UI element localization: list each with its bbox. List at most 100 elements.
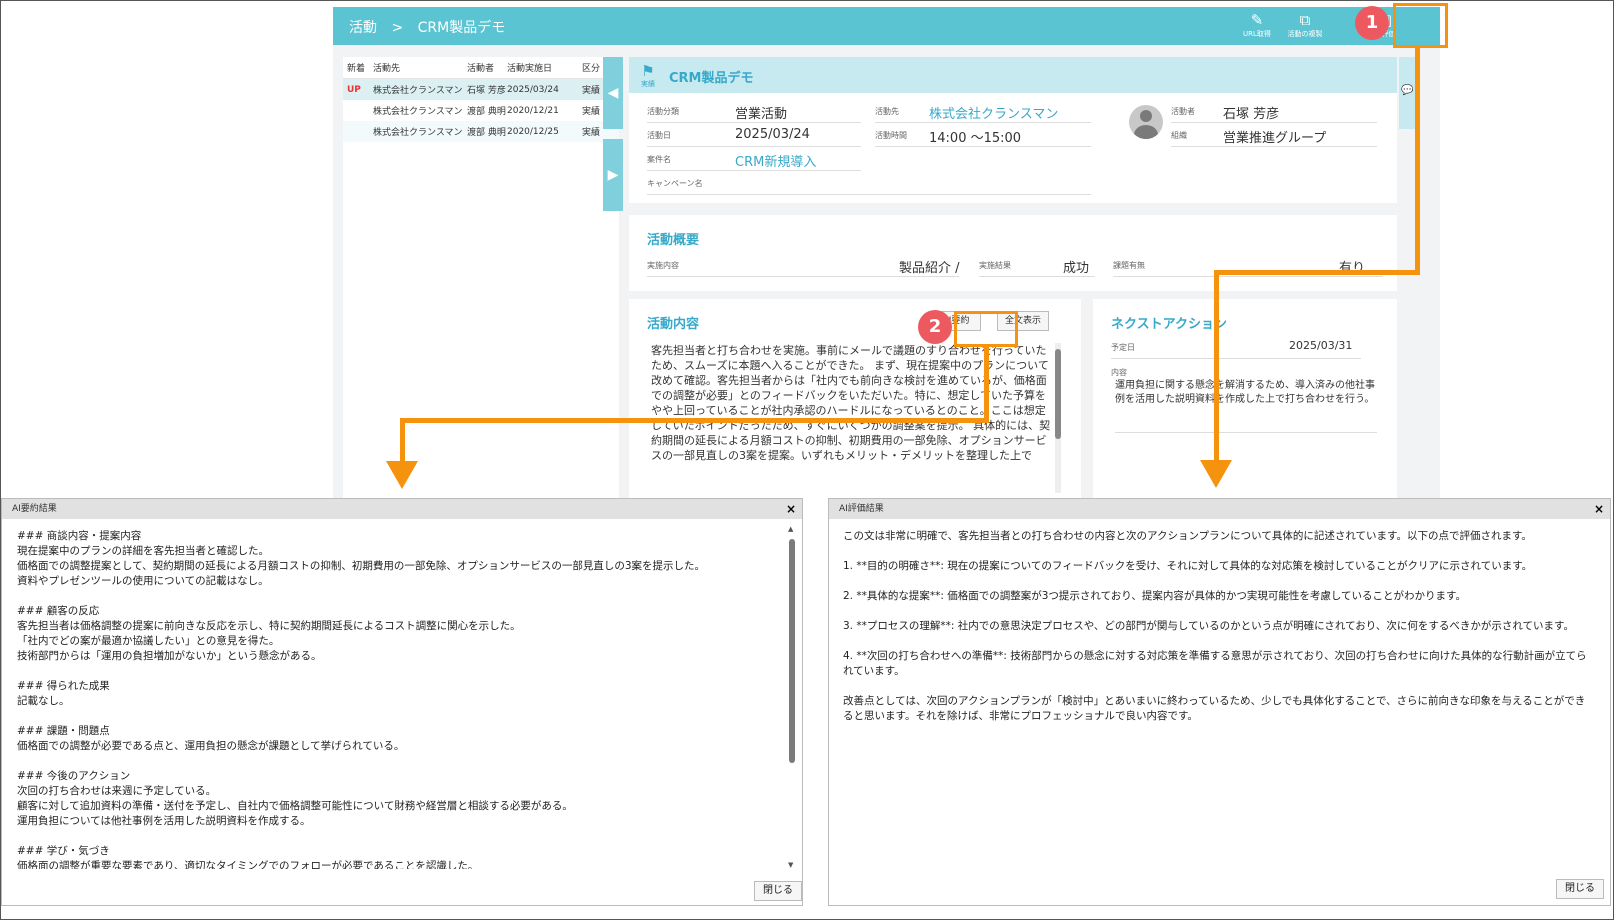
ai-eval-dialog: AI評価結果 × この文は非常に明確で、客先担当者との打ち合わせの内容と次のアク… [828, 498, 1611, 906]
due-value: 2025/03/31 [1289, 339, 1353, 352]
row-date: 2025/03/24 [507, 84, 559, 95]
scroll-up-icon[interactable]: ▲ [788, 525, 793, 533]
scroll-down-icon[interactable]: ▼ [788, 861, 793, 869]
org-label: 組織 [1171, 131, 1187, 140]
close-icon[interactable]: × [1594, 499, 1604, 519]
content-label: 実施内容 [647, 261, 679, 270]
due-field: 予定日 2025/03/31 [1111, 337, 1361, 359]
activity-title: CRM製品デモ [669, 71, 754, 86]
activity-summary-card: 活動概要 実施内容 製品紹介 / 実施結果 成功 課題有無 有り [629, 215, 1397, 291]
arrow-down-icon [1200, 460, 1232, 488]
row-customer: 株式会社クランスマン [373, 107, 463, 117]
close-button[interactable]: 閉じる [754, 881, 802, 901]
col-owner[interactable]: 活動者 [467, 61, 507, 74]
customer-field: 活動先 株式会社クランスマン [875, 101, 1091, 123]
row-owner: 渡部 典明 [467, 128, 506, 138]
step-badge-1: 1 [1355, 6, 1389, 40]
copy-activity-button[interactable]: ⧉ 活動の複製 [1281, 11, 1329, 41]
breadcrumb-activity[interactable]: 活動 [349, 20, 377, 36]
owner-field: 活動者 石塚 芳彦 [1171, 101, 1377, 123]
customer-label: 活動先 [875, 107, 899, 116]
result-label: 実施結果 [979, 261, 1011, 270]
close-icon[interactable]: × [786, 499, 796, 519]
row-owner: 石塚 芳彦 [467, 86, 506, 96]
next-action-title: ネクストアクション [1111, 317, 1227, 332]
project-link[interactable]: CRM新規導入 [735, 151, 816, 170]
col-date[interactable]: 活動実施日 [507, 61, 571, 74]
issue-label: 課題有無 [1113, 261, 1145, 270]
flag-label: 実績 [641, 80, 655, 88]
time-label: 活動時間 [875, 131, 907, 140]
due-label: 予定日 [1111, 343, 1135, 352]
list-item[interactable]: 株式会社クランスマン 渡部 典明 2020/12/25 実績 [343, 121, 619, 142]
list-item[interactable]: 株式会社クランスマン 渡部 典明 2020/12/21 実績 [343, 100, 619, 121]
avatar [1129, 105, 1163, 139]
category-value: 営業活動 [735, 107, 788, 122]
activity-list: 新着 活動先 活動者 活動実施日 区分 UP 株式会社クランスマン 石塚 芳彦 … [343, 57, 619, 501]
campaign-label: キャンペーン名 [647, 179, 703, 188]
list-header: 新着 活動先 活動者 活動実施日 区分 [343, 57, 619, 79]
connector-line [400, 418, 405, 462]
summary-scrollbar[interactable]: ▲ ▼ [788, 525, 796, 869]
content-scrollbar[interactable] [1055, 343, 1061, 493]
dialog-title: AI要約結果 [12, 504, 57, 514]
top-bar: 活動 > CRM製品デモ ✎ URL取得 ⧉ 活動の複製 ▣ AI評価 [333, 7, 1440, 45]
flag-icon: ⚑ [641, 62, 655, 80]
comment-icon: 💬 [1401, 85, 1414, 96]
row-customer: 株式会社クランスマン [373, 86, 463, 96]
dialog-title: AI評価結果 [839, 504, 884, 514]
activity-app-window: 活動 > CRM製品デモ ✎ URL取得 ⧉ 活動の複製 ▣ AI評価 新着 活… [333, 7, 1440, 501]
ruler-icon: ✎ [1250, 11, 1264, 29]
owner-value: 石塚 芳彦 [1223, 107, 1280, 122]
activity-header-card: ⚑ 実績 CRM製品デモ 活動分類 営業活動 活動日 2025/03/24 案件… [629, 57, 1397, 203]
content-scroll-thumb[interactable] [1055, 349, 1061, 439]
content-field: 実施内容 製品紹介 / [647, 255, 960, 277]
next-action-text[interactable]: 運用負担に関する懸念を解消するため、導入済みの他社事例を活用した説明資料を作成し… [1115, 379, 1377, 433]
project-label: 案件名 [647, 155, 671, 164]
owner-label: 活動者 [1171, 107, 1195, 116]
step-badge-2: 2 [918, 310, 952, 344]
breadcrumb-current: CRM製品デモ [417, 20, 506, 36]
dialog-title-bar: AI要約結果 × [2, 499, 802, 519]
new-badge: UP [347, 84, 361, 95]
col-customer[interactable]: 活動先 [373, 61, 467, 74]
row-date: 2020/12/21 [507, 105, 559, 116]
expand-right-tab[interactable]: ▶ [603, 139, 623, 211]
ai-summary-text: ### 商談内容・提案内容 現在提案中のプランの詳細を客先担当者と確認した。 価… [17, 530, 706, 869]
breadcrumb-separator: > [391, 20, 404, 36]
row-date: 2020/12/25 [507, 126, 559, 137]
connector-line [984, 346, 989, 422]
project-field: 案件名 CRM新規導入 [647, 149, 861, 171]
ai-summary-dialog: AI要約結果 × ### 商談内容・提案内容 現在提案中のプランの詳細を客先担当… [1, 498, 803, 906]
content-value: 製品紹介 / [899, 261, 960, 276]
url-get-label: URL取得 [1243, 30, 1271, 38]
breadcrumb: 活動 > CRM製品デモ [349, 17, 515, 37]
row-owner: 渡部 典明 [467, 107, 506, 117]
customer-link[interactable]: 株式会社クランスマン [929, 103, 1058, 122]
time-value: 14:00 ～15:00 [929, 131, 1022, 146]
org-value: 営業推進グループ [1223, 131, 1327, 146]
campaign-field: キャンペーン名 [647, 173, 1091, 195]
date-field: 活動日 2025/03/24 [647, 125, 861, 147]
ai-eval-text: この文は非常に明確で、客先担当者との打ち合わせの内容と次のアクションプランについ… [843, 530, 1587, 722]
url-get-button[interactable]: ✎ URL取得 [1233, 11, 1281, 41]
copy-icon: ⧉ [1299, 11, 1311, 29]
time-field: 活動時間 14:00 ～15:00 [875, 125, 1091, 147]
connector-line [1214, 270, 1420, 275]
result-value: 成功 [1063, 261, 1090, 276]
highlight-ai-summary [954, 311, 1018, 347]
date-value: 2025/03/24 [735, 127, 810, 142]
list-item[interactable]: UP 株式会社クランスマン 石塚 芳彦 2025/03/24 実績 [343, 79, 619, 100]
content-title: 活動内容 [647, 317, 700, 332]
summary-scroll-thumb[interactable] [789, 539, 795, 763]
connector-line [1214, 270, 1219, 460]
close-button[interactable]: 閉じる [1556, 879, 1604, 899]
org-field: 組織 営業推進グループ [1171, 125, 1377, 147]
result-flag: ⚑ 実績 [639, 63, 657, 89]
highlight-ai-eval [1393, 3, 1448, 48]
category-field: 活動分類 営業活動 [647, 101, 861, 123]
date-label: 活動日 [647, 131, 671, 140]
collapse-left-tab[interactable]: ◀ [603, 57, 623, 129]
col-new[interactable]: 新着 [343, 61, 373, 74]
connector-line [1415, 47, 1420, 275]
